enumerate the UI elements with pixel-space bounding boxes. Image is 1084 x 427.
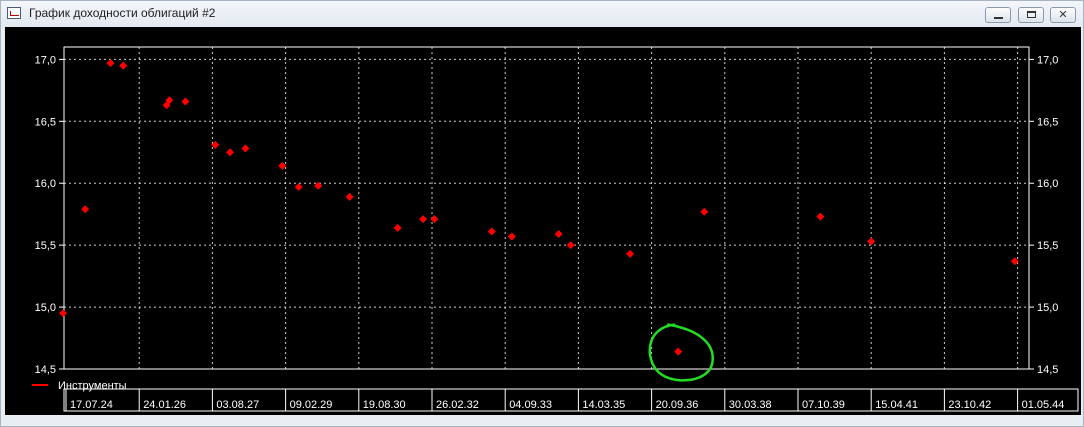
chart-area: 17,0 17,0 16,5 16,5 16,0 16,0 15,5 15,5 15,0 15,0…: [5, 27, 1081, 415]
chart-svg: 17,0 17,0 16,5 16,5 16,0 16,0 15,5 15,5 15,0 15,0…: [32, 46, 1079, 412]
data-point[interactable]: [345, 192, 354, 201]
y-tick-label-left: 14,5: [35, 364, 56, 376]
x-tick-label: 30.03.38: [729, 399, 772, 411]
y-tick-label-right: 16,5: [1037, 116, 1058, 128]
close-icon: ✕: [1058, 9, 1068, 21]
x-tick-label: 14.03.35: [582, 399, 625, 411]
minimize-icon: [994, 17, 1003, 19]
maximize-button[interactable]: [1018, 7, 1044, 23]
data-point[interactable]: [119, 61, 128, 70]
data-point[interactable]: [430, 215, 439, 224]
x-tick-label: 09.02.29: [290, 399, 333, 411]
data-point[interactable]: [419, 215, 428, 224]
y-tick-label-right: 15,0: [1037, 302, 1058, 314]
plot-frame: [63, 46, 1030, 370]
y-tick-label-right: 16,0: [1037, 178, 1058, 190]
minimize-button[interactable]: [985, 7, 1011, 23]
x-tick-label: 04.09.33: [509, 399, 552, 411]
y-tick-label-left: 17,0: [35, 54, 56, 66]
data-point[interactable]: [816, 212, 825, 221]
data-point[interactable]: [59, 309, 68, 318]
data-point[interactable]: [81, 205, 90, 214]
close-button[interactable]: ✕: [1050, 7, 1076, 23]
title-bar[interactable]: График доходности облигаций #2 ✕: [1, 1, 1083, 27]
data-point[interactable]: [867, 237, 876, 246]
x-tick-label: 07.10.39: [802, 399, 845, 411]
data-point[interactable]: [566, 241, 575, 250]
y-tick-label-right: 17,0: [1037, 54, 1058, 66]
y-tick-label-left: 15,0: [35, 302, 56, 314]
data-point[interactable]: [626, 249, 635, 258]
y-tick-label-left: 16,0: [35, 178, 56, 190]
x-tick-label: 17.07.24: [70, 399, 113, 411]
x-tick-label: 19.08.30: [363, 399, 406, 411]
x-tick-label: 01.05.44: [1022, 399, 1065, 411]
x-tick-label: 24.01.26: [143, 399, 186, 411]
data-point[interactable]: [181, 97, 190, 106]
data-point[interactable]: [507, 232, 516, 241]
chart-app-icon: [7, 7, 21, 19]
x-tick-label: 20.09.36: [656, 399, 699, 411]
data-point[interactable]: [674, 347, 683, 356]
y-tick-label-right: 15,5: [1037, 240, 1058, 252]
data-point[interactable]: [106, 59, 115, 68]
x-tick-label: 26.02.32: [436, 399, 479, 411]
data-point[interactable]: [487, 227, 496, 236]
chart-window: График доходности облигаций #2 ✕ 17,0 17,…: [0, 0, 1084, 427]
data-point[interactable]: [294, 182, 303, 191]
x-tick-label: 23.10.42: [948, 399, 991, 411]
x-tick-label: 03.08.27: [216, 399, 259, 411]
data-point[interactable]: [226, 148, 235, 157]
data-point[interactable]: [700, 207, 709, 216]
y-tick-label-right: 14,5: [1037, 364, 1058, 376]
data-point[interactable]: [241, 144, 250, 153]
x-tick-label: 15.04.41: [875, 399, 918, 411]
legend-label: Инструменты: [58, 380, 127, 392]
y-tick-label-left: 16,5: [35, 116, 56, 128]
window-title: График доходности облигаций #2: [29, 6, 216, 20]
data-point[interactable]: [554, 230, 563, 239]
data-point[interactable]: [393, 223, 402, 232]
maximize-icon: [1027, 11, 1036, 18]
y-tick-label-left: 15,5: [35, 240, 56, 252]
